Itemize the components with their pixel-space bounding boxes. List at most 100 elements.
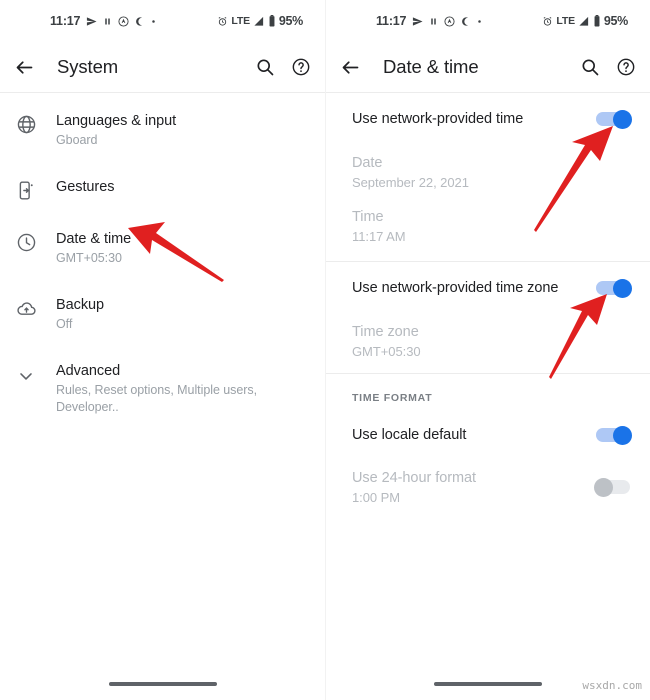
sidebar-item-title: Date & time (56, 231, 132, 247)
sidebar-item-title: Gestures (56, 179, 115, 195)
pref-date: Date September 22, 2021 (326, 145, 650, 199)
help-circle-icon[interactable] (291, 57, 311, 77)
use-network-provided-time-zone-toggle[interactable] (596, 278, 632, 298)
signal-icon (253, 16, 265, 27)
arrow-back-icon[interactable] (340, 57, 361, 78)
gesture-nav-pill-right[interactable] (434, 682, 542, 686)
pref-title: Use locale default (352, 427, 467, 443)
watermark: wsxdn.com (582, 679, 642, 692)
arrow-back-icon[interactable] (14, 57, 35, 78)
pref-text: Use locale default (352, 425, 584, 445)
alarm-icon (542, 16, 553, 27)
sidebar-item-subtitle: Off (56, 317, 73, 331)
pref-use-locale-default[interactable]: Use locale default (326, 412, 650, 458)
status-bar-right-group: LTE 95% (542, 14, 628, 28)
pref-time: Time 11:17 AM (326, 199, 650, 253)
pref-title: Use network-provided time zone (352, 280, 559, 296)
page-title: Date & time (383, 56, 479, 77)
status-bar-left: 11:17 LTE 95% (0, 0, 325, 42)
system-settings-list: Languages & input Gboard Gestures Date &… (0, 93, 325, 429)
sidebar-item-gestures[interactable]: Gestures (0, 162, 325, 217)
status-bar-left-group: 11:17 (50, 14, 156, 28)
sidebar-item-text: Languages & input Gboard (56, 112, 176, 149)
sidebar-item-title: Backup (56, 297, 105, 313)
send-icon (86, 16, 97, 27)
pref-title: Use 24-hour format (352, 469, 477, 486)
battery-percent-label: 95% (278, 14, 303, 28)
pref-subtitle: GMT+05:30 (352, 343, 421, 359)
help-circle-icon[interactable] (616, 57, 636, 77)
status-bar-left-group: 11:17 (376, 14, 482, 28)
use-network-provided-time-toggle[interactable] (596, 109, 632, 129)
dual-screenshot-container: 11:17 LTE 95% System Languages & input G… (0, 0, 650, 700)
search-icon[interactable] (255, 57, 275, 77)
network-type-label: LTE (556, 15, 575, 27)
left-app-bar: System (0, 42, 325, 92)
use-24-hour-format-toggle[interactable] (594, 477, 630, 497)
pref-text: Use 24-hour format 1:00 PM (352, 468, 584, 507)
toggle-thumb (613, 278, 632, 298)
pref-use-24-hour-format: Use 24-hour format 1:00 PM (326, 458, 650, 516)
sidebar-item-text: Date & time GMT+05:30 (56, 230, 131, 267)
left-phone-screen: 11:17 LTE 95% System Languages & input G… (0, 0, 325, 700)
alarm-icon (217, 16, 228, 27)
pref-subtitle: September 22, 2021 (352, 174, 469, 190)
battery-icon (593, 15, 601, 27)
crescent-moon-icon (461, 16, 471, 27)
pref-subtitle: 11:17 AM (352, 228, 406, 244)
pref-title: Use network-provided time (352, 111, 524, 127)
pref-text: Use network-provided time zone (352, 278, 584, 298)
sidebar-item-title: Advanced (56, 363, 121, 379)
pref-text: Date September 22, 2021 (352, 153, 630, 192)
status-bar-right: 11:17 LTE 95% (326, 0, 650, 42)
pref-title: Time (352, 208, 384, 225)
sidebar-item-text: Backup Off (56, 296, 104, 333)
date-time-settings-list: Use network-provided time Date September… (326, 93, 650, 516)
search-icon[interactable] (580, 57, 600, 77)
pref-use-network-provided-time[interactable]: Use network-provided time (326, 93, 650, 145)
status-bar-right-group: LTE 95% (217, 14, 303, 28)
right-phone-screen: 11:17 LTE 95% Date & time Use network-pr… (325, 0, 650, 700)
pref-use-network-provided-time-zone[interactable]: Use network-provided time zone (326, 262, 650, 314)
section-header-time-format: TIME FORMAT (352, 392, 433, 404)
gesture-nav-pill-left[interactable] (108, 682, 217, 686)
sidebar-item-subtitle: Rules, Reset options, Multiple users, De… (56, 383, 258, 414)
pref-subtitle: 1:00 PM (352, 489, 401, 505)
pause-icon (429, 16, 438, 27)
sidebar-item-backup[interactable]: Backup Off (0, 280, 325, 346)
pref-time-zone: Time zone GMT+05:30 (326, 314, 650, 368)
assistant-icon (118, 15, 129, 27)
pause-icon (103, 16, 112, 27)
network-type-label: LTE (231, 15, 250, 27)
toggle-thumb (594, 477, 613, 497)
gestures-icon (16, 178, 56, 201)
use-locale-default-toggle[interactable] (596, 425, 632, 445)
pref-text: Time zone GMT+05:30 (352, 322, 630, 361)
status-bar-clock: 11:17 (376, 14, 407, 28)
assistant-icon (444, 15, 455, 27)
pref-text: Use network-provided time (352, 109, 584, 129)
sidebar-item-title: Languages & input (56, 113, 177, 129)
sidebar-item-subtitle: Gboard (56, 133, 98, 147)
crescent-moon-icon (135, 16, 145, 27)
battery-icon (268, 15, 276, 27)
toggle-thumb (613, 425, 632, 445)
sidebar-item-languages-and-input[interactable]: Languages & input Gboard (0, 99, 325, 162)
sidebar-item-advanced[interactable]: Advanced Rules, Reset options, Multiple … (0, 346, 325, 429)
clock-icon (16, 230, 56, 253)
pref-title: Time zone (352, 323, 419, 340)
right-app-bar: Date & time (326, 42, 650, 92)
page-title: System (57, 56, 119, 77)
pref-title: Date (352, 154, 383, 171)
chevron-down-icon (16, 362, 56, 386)
sidebar-item-date-and-time[interactable]: Date & time GMT+05:30 (0, 217, 325, 280)
send-icon (412, 16, 423, 27)
sidebar-item-text: Advanced Rules, Reset options, Multiple … (56, 362, 309, 416)
status-bar-clock: 11:17 (50, 14, 81, 28)
cloud-upload-icon (16, 296, 56, 319)
globe-icon (16, 112, 56, 135)
dot-icon (477, 19, 482, 24)
signal-icon (578, 16, 590, 27)
pref-text: Time 11:17 AM (352, 207, 630, 246)
toggle-thumb (613, 109, 632, 129)
